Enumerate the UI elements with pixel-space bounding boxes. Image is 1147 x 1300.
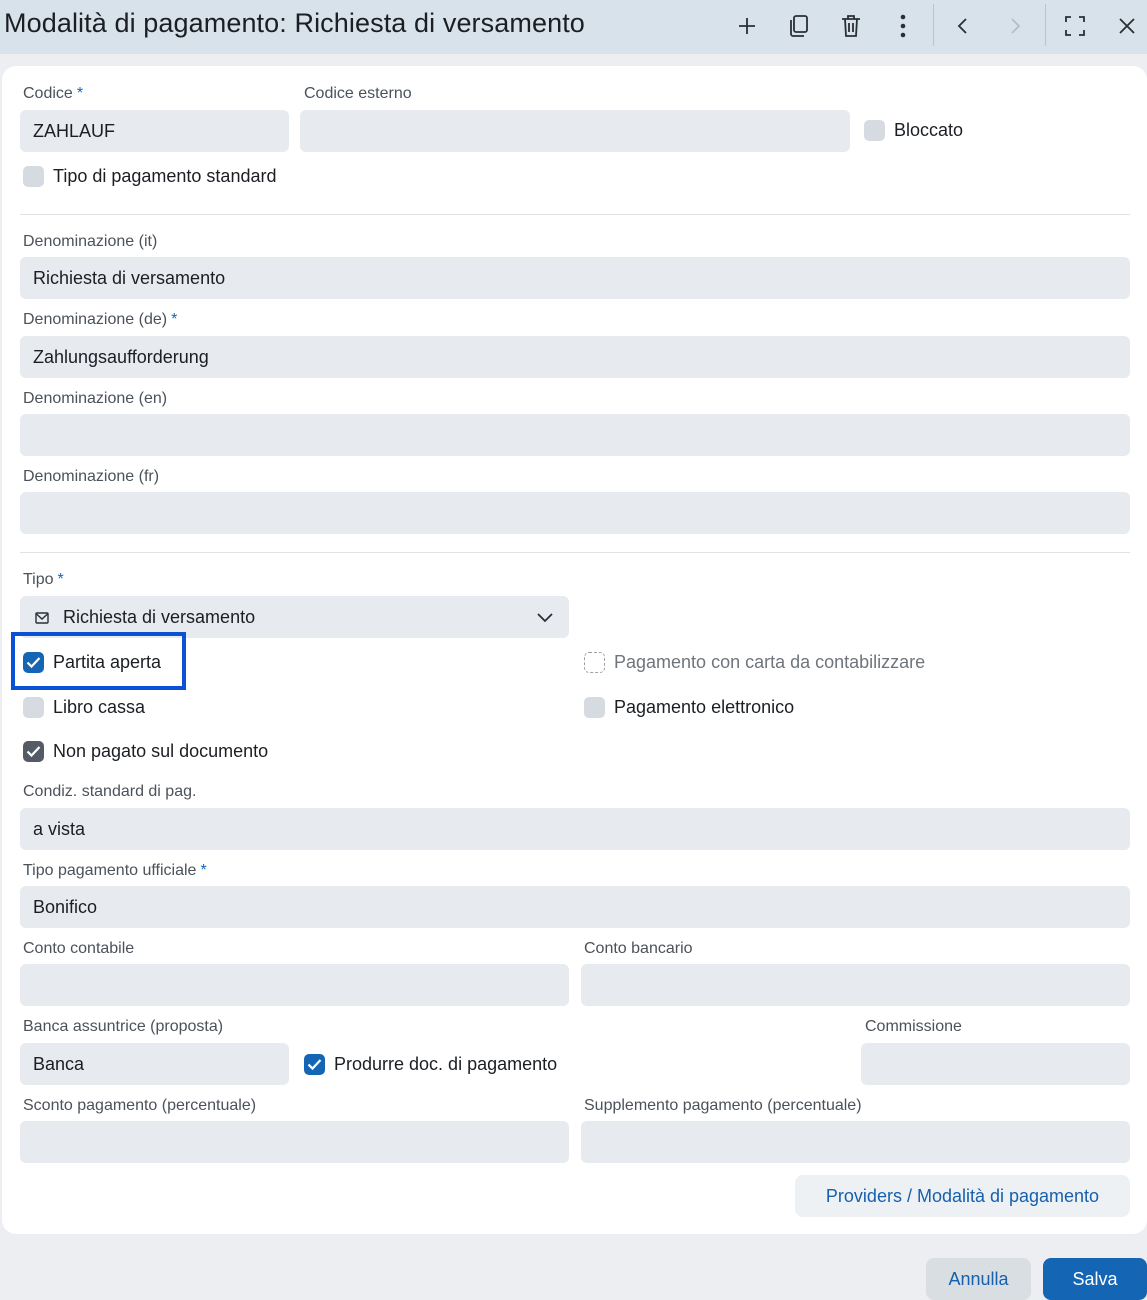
libro-cassa-checkbox[interactable] — [23, 697, 44, 718]
codice-esterno-label: Codice esterno — [304, 85, 412, 102]
tipo-standard-label[interactable]: Tipo di pagamento standard — [53, 166, 276, 187]
conto-contabile-field[interactable] — [20, 964, 569, 1006]
chevron-down-icon[interactable] — [536, 610, 554, 623]
toolbar-divider — [1045, 4, 1046, 46]
pagamento-elettronico-checkbox[interactable] — [584, 697, 605, 718]
tipo-select-value: Richiesta di versamento — [63, 607, 256, 627]
condiz-label: Condiz. standard di pag. — [23, 783, 197, 800]
pagamento-elettronico-label[interactable]: Pagamento elettronico — [614, 697, 794, 718]
chevron-left-icon[interactable] — [945, 8, 981, 44]
more-vertical-icon[interactable] — [885, 8, 921, 44]
tipo-standard-checkbox[interactable] — [23, 166, 44, 187]
den-fr-field[interactable] — [20, 492, 1130, 534]
den-it-field[interactable]: Richiesta di versamento — [20, 257, 1130, 299]
page-title: Modalità di pagamento: Richiesta di vers… — [4, 8, 585, 38]
commissione-field[interactable] — [861, 1043, 1130, 1085]
tipo-label: Tipo * — [23, 571, 64, 588]
providers-link-button[interactable]: Providers / Modalità di pagamento — [795, 1175, 1130, 1217]
non-pagato-checkbox[interactable] — [23, 741, 44, 762]
produrre-doc-checkbox[interactable] — [304, 1054, 325, 1075]
save-button[interactable]: Salva — [1043, 1258, 1147, 1300]
den-en-field[interactable] — [20, 414, 1130, 456]
fullscreen-icon[interactable] — [1057, 8, 1093, 44]
sconto-field[interactable] — [20, 1121, 569, 1163]
section-divider — [20, 552, 1130, 553]
codice-field[interactable]: ZAHLAUF — [20, 110, 289, 152]
supplemento-field[interactable] — [581, 1121, 1130, 1163]
sconto-label: Sconto pagamento (percentuale) — [23, 1097, 257, 1114]
copy-icon[interactable] — [781, 8, 817, 44]
partita-aperta-label[interactable]: Partita aperta — [53, 652, 161, 673]
codice-label: Codice * — [23, 85, 84, 102]
conto-bancario-label: Conto bancario — [584, 940, 693, 957]
chevron-right-icon[interactable] — [997, 8, 1033, 44]
condiz-field[interactable]: a vista — [20, 808, 1130, 850]
toolbar-divider — [933, 4, 934, 46]
non-pagato-label[interactable]: Non pagato sul documento — [53, 741, 268, 762]
produrre-doc-label[interactable]: Produrre doc. di pagamento — [334, 1054, 557, 1075]
bloccato-label[interactable]: Bloccato — [894, 120, 963, 141]
cancel-button[interactable]: Annulla — [926, 1258, 1031, 1300]
conto-bancario-field[interactable] — [581, 964, 1130, 1006]
banca-label: Banca assuntrice (proposta) — [23, 1018, 224, 1035]
partita-aperta-checkbox[interactable] — [23, 652, 44, 673]
den-fr-label: Denominazione (fr) — [23, 468, 160, 485]
plus-icon[interactable] — [729, 8, 765, 44]
pagamento-carta-label[interactable]: Pagamento con carta da contabilizzare — [614, 652, 925, 673]
libro-cassa-label[interactable]: Libro cassa — [53, 697, 145, 718]
banca-field[interactable]: Banca — [20, 1043, 289, 1085]
pagamento-carta-checkbox[interactable] — [584, 652, 605, 673]
codice-esterno-field[interactable] — [300, 110, 850, 152]
title-bar: Modalità di pagamento: Richiesta di vers… — [0, 0, 1147, 54]
tipo-ufficiale-field[interactable]: Bonifico — [20, 886, 1130, 928]
envelope-icon — [35, 611, 49, 624]
supplemento-label: Supplemento pagamento (percentuale) — [584, 1097, 862, 1114]
den-en-label: Denominazione (en) — [23, 390, 168, 407]
tipo-ufficiale-label: Tipo pagamento ufficiale * — [23, 862, 207, 879]
den-de-label: Denominazione (de) * — [23, 311, 178, 328]
commissione-label: Commissione — [865, 1018, 962, 1035]
den-it-label: Denominazione (it) — [23, 233, 158, 250]
conto-contabile-label: Conto contabile — [23, 940, 135, 957]
trash-icon[interactable] — [833, 8, 869, 44]
den-de-field[interactable]: Zahlungsaufforderung — [20, 336, 1130, 378]
section-divider — [20, 214, 1130, 215]
close-icon[interactable] — [1109, 8, 1145, 44]
bloccato-checkbox[interactable] — [864, 120, 885, 141]
